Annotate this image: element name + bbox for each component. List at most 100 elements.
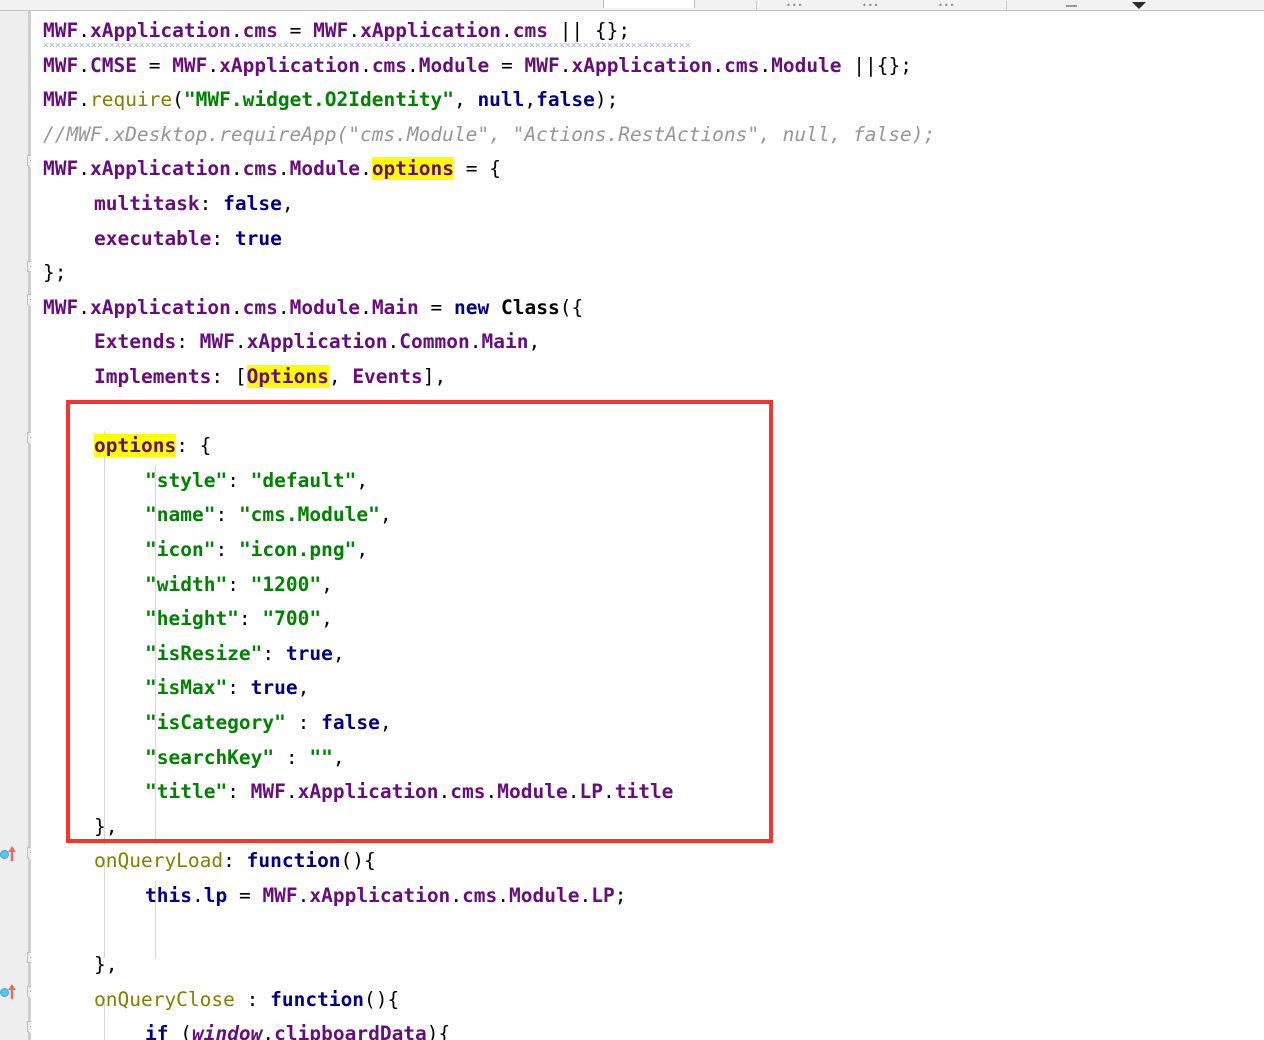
code-line[interactable]: }, (31, 948, 117, 983)
code-line[interactable]: "isMax": true, (31, 671, 309, 706)
code-line[interactable]: "title": MWF.xApplication.cms.Module.LP.… (31, 775, 673, 810)
code-token: cms (243, 296, 278, 319)
code-line[interactable]: "icon": "icon.png", (31, 533, 368, 568)
code-token: function (270, 988, 364, 1011)
code-token: cms (513, 19, 548, 42)
toolbar-separator (756, 1, 757, 10)
code-line[interactable]: "name": "cms.Module", (31, 498, 392, 533)
code-token: . (231, 19, 243, 42)
code-token: MWF (43, 88, 78, 111)
code-token: , (298, 676, 310, 699)
editor-gutter[interactable] (0, 11, 28, 1040)
code-token: . (360, 54, 372, 77)
code-line[interactable]: onQueryLoad: function(){ (31, 844, 376, 879)
code-line[interactable]: }, (31, 810, 117, 845)
implementing-method-icon[interactable] (0, 844, 22, 862)
code-token: . (603, 780, 615, 803)
code-token: executable (94, 227, 211, 250)
code-line[interactable]: "isCategory" : false, (31, 706, 392, 741)
code-token: . (497, 884, 509, 907)
code-token: if (145, 1022, 168, 1040)
code-token (489, 296, 501, 319)
code-token: : (239, 607, 262, 630)
code-token: = { (454, 157, 501, 180)
code-token: cms (243, 157, 278, 180)
editor-tab-stub[interactable] (603, 0, 695, 8)
code-token: : (227, 573, 250, 596)
code-token: window (192, 1022, 262, 1040)
code-token: , (380, 711, 392, 734)
code-line[interactable]: "style": "default", (31, 464, 368, 499)
dots-menu-icon[interactable]: ••• (786, 2, 803, 10)
code-line[interactable]: Extends: MWF.xApplication.Common.Main, (31, 325, 540, 360)
chevron-down-icon[interactable] (1132, 2, 1146, 9)
search-highlight-token: options (94, 434, 176, 457)
code-token: xApplication (90, 157, 231, 180)
code-token: true (286, 642, 333, 665)
code-line[interactable]: "isResize": true, (31, 637, 345, 672)
code-token: cms (462, 884, 497, 907)
code-token: LP (579, 780, 602, 803)
code-token: . (78, 54, 90, 77)
code-token: xApplication (360, 19, 501, 42)
code-token: . (470, 330, 482, 353)
code-token: xApplication (90, 19, 231, 42)
code-token: MWF (313, 19, 348, 42)
code-token: ], (423, 365, 446, 388)
search-highlight-token: options (372, 157, 454, 180)
code-token: Module (497, 780, 567, 803)
code-token: . (278, 296, 290, 319)
code-line[interactable]: "height": "700", (31, 602, 333, 637)
dots-menu-icon[interactable]: ••• (938, 2, 955, 10)
code-line[interactable] (31, 395, 43, 430)
code-token: , (528, 330, 540, 353)
code-line[interactable]: if (window.clipboardData){ (31, 1017, 450, 1040)
code-line[interactable]: "searchKey" : "", (31, 741, 345, 776)
code-line[interactable]: }; (31, 256, 66, 291)
arrow-up-icon (7, 844, 17, 862)
code-token: , (333, 642, 345, 665)
code-token: : (176, 330, 199, 353)
code-token: . (568, 780, 580, 803)
code-line[interactable]: options: { (31, 429, 211, 464)
code-token: "style" (145, 469, 227, 492)
code-line[interactable]: onQueryClose : function(){ (31, 983, 399, 1018)
code-line[interactable]: MWF.xApplication.cms.Module.options = { (31, 152, 501, 187)
code-token: lp (204, 884, 227, 907)
code-line[interactable]: MWF.xApplication.cms.Module.Main = new C… (31, 291, 583, 326)
code-line[interactable]: MWF.CMSE = MWF.xApplication.cms.Module =… (31, 49, 912, 84)
code-token: cms (450, 780, 485, 803)
code-line[interactable]: multitask: false, (31, 187, 294, 222)
code-token: MWF (43, 296, 78, 319)
code-line[interactable]: MWF.require("MWF.widget.O2Identity", nul… (31, 83, 618, 118)
window-toolbar: ••• ••• ••• (0, 0, 1264, 11)
search-highlight-token: Options (247, 365, 329, 388)
implementing-method-icon[interactable] (0, 982, 22, 1000)
code-editor[interactable]: MWF.xApplication.cms = MWF.xApplication.… (0, 11, 1264, 1040)
code-line[interactable] (31, 914, 43, 949)
code-text-area[interactable]: MWF.xApplication.cms = MWF.xApplication.… (31, 11, 1264, 1040)
code-token: . (278, 157, 290, 180)
code-token: . (78, 296, 90, 319)
code-token: }; (43, 261, 66, 284)
code-token: title (615, 780, 674, 803)
minimize-icon[interactable] (1066, 5, 1077, 7)
code-token: = (419, 296, 454, 319)
code-token: Class (501, 296, 560, 319)
code-token: "default" (251, 469, 357, 492)
code-token: "name" (145, 503, 215, 526)
dots-menu-icon[interactable]: ••• (862, 2, 879, 10)
code-line[interactable]: //MWF.xDesktop.requireApp("cms.Module", … (31, 118, 935, 153)
code-token: Module (509, 884, 579, 907)
code-line[interactable]: "width": "1200", (31, 568, 333, 603)
code-token: : (215, 538, 238, 561)
code-token: = (278, 19, 313, 42)
code-line[interactable]: executable: true (31, 222, 282, 257)
code-token: . (560, 54, 572, 77)
code-line[interactable]: this.lp = MWF.xApplication.cms.Module.LP… (31, 879, 626, 914)
code-token: //MWF.xDesktop.requireApp("cms.Module", … (43, 123, 935, 146)
code-token: MWF (43, 54, 78, 77)
code-token: cms (243, 19, 278, 42)
code-token: Main (482, 330, 529, 353)
code-line[interactable]: Implements: [Options, Events], (31, 360, 446, 395)
